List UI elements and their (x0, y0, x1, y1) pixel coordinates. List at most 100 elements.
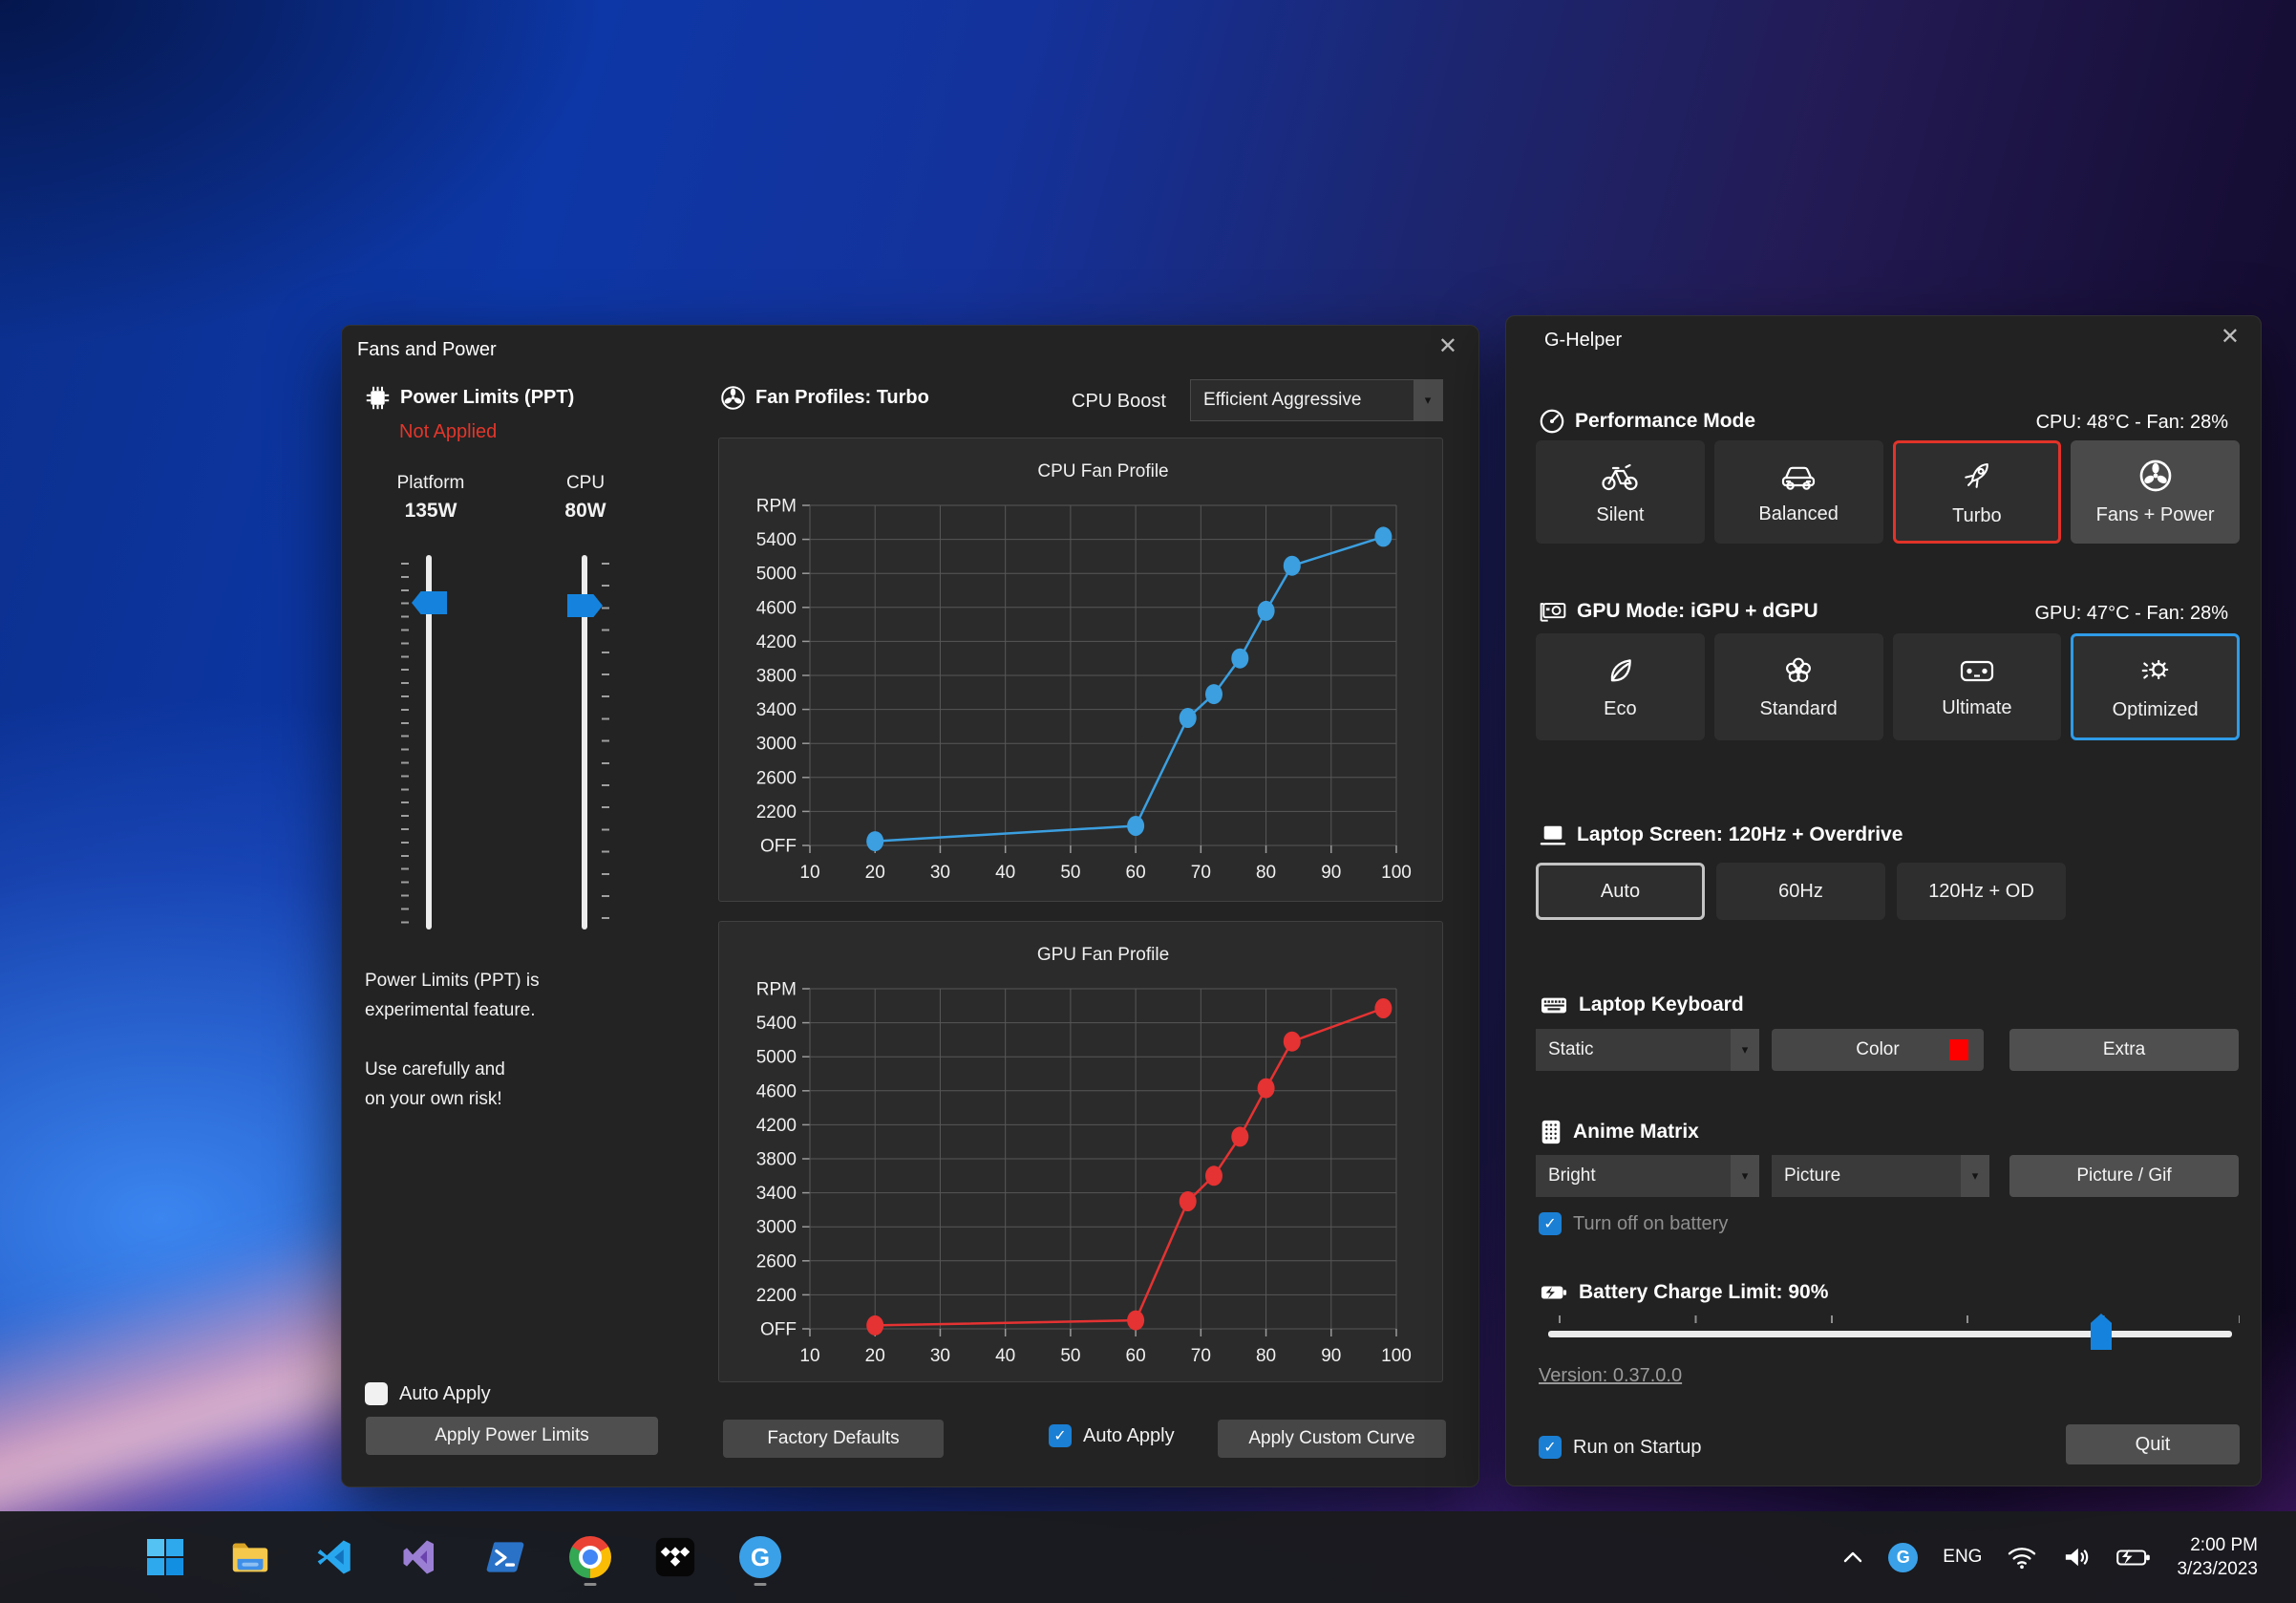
g-helper-tray-icon[interactable]: G (1888, 1543, 1918, 1572)
svg-text:4600: 4600 (756, 598, 797, 618)
screen-120hz-od-button[interactable]: 120Hz + OD (1897, 863, 2066, 920)
leaf-icon (1604, 654, 1636, 687)
vscode-icon (315, 1537, 355, 1577)
power-limits-status: Not Applied (399, 421, 497, 443)
perf-mode-balanced-button[interactable]: Balanced (1714, 440, 1883, 544)
taskbar-clock[interactable]: 2:00 PM 3/23/2023 (2177, 1533, 2258, 1581)
tray-date: 3/23/2023 (2177, 1559, 2258, 1579)
volume-icon[interactable] (2062, 1545, 2091, 1570)
visual-studio-button[interactable] (398, 1535, 442, 1579)
svg-text:OFF: OFF (760, 837, 797, 857)
screen-auto-button[interactable]: Auto (1536, 863, 1705, 920)
matrix-picture-gif-button[interactable]: Picture / Gif (2009, 1155, 2239, 1197)
chevron-down-icon[interactable]: ▾ (1731, 1155, 1759, 1197)
performance-mode-heading: Performance Mode (1539, 408, 1755, 435)
svg-text:CPU Fan Profile: CPU Fan Profile (1037, 461, 1168, 481)
cpu-slider-thumb[interactable] (567, 594, 603, 617)
battery-slider-track[interactable] (1548, 1331, 2232, 1337)
laptop-screen-buttons: Auto 60Hz 120Hz + OD (1536, 863, 2066, 920)
turn-off-on-battery-label: Turn off on battery (1573, 1213, 1728, 1235)
platform-slider-ticks (401, 563, 409, 926)
laptop-keyboard-heading: Laptop Keyboard (1539, 993, 1744, 1017)
matrix-brightness-select[interactable]: Bright ▾ (1536, 1155, 1759, 1197)
curve-auto-apply-row: ✓ Auto Apply (1049, 1424, 1175, 1447)
close-icon[interactable]: ✕ (1438, 335, 1457, 358)
gpu-fan-chart[interactable]: GPU Fan ProfileRPM5400500046004200380034… (719, 922, 1444, 1383)
g-helper-window: G-Helper ✕ Performance Mode CPU: 48°C - … (1505, 315, 2262, 1486)
battery-icon[interactable] (2115, 1544, 2152, 1571)
svg-text:5400: 5400 (756, 1014, 797, 1034)
svg-text:RPM: RPM (756, 980, 797, 1000)
wifi-icon[interactable] (2007, 1545, 2037, 1570)
svg-text:3000: 3000 (756, 735, 797, 755)
matrix-running-select[interactable]: Picture ▾ (1772, 1155, 1989, 1197)
svg-text:4200: 4200 (756, 632, 797, 652)
keyboard-extra-button[interactable]: Extra (2009, 1029, 2239, 1071)
perf-mode-silent-button[interactable]: Silent (1536, 440, 1705, 544)
flower-icon (1782, 654, 1815, 687)
curve-auto-apply-checkbox[interactable]: ✓ (1049, 1424, 1072, 1447)
chevron-down-icon[interactable]: ▾ (1414, 380, 1442, 420)
svg-text:30: 30 (930, 1346, 950, 1366)
g-helper-taskbar-button[interactable]: G (738, 1535, 782, 1579)
folder-icon (228, 1535, 272, 1579)
platform-slider-thumb[interactable] (412, 591, 447, 614)
taskbar-app-icons: G (143, 1535, 782, 1579)
factory-defaults-button[interactable]: Factory Defaults (723, 1420, 944, 1458)
powershell-button[interactable] (483, 1535, 527, 1579)
windows-start-icon (144, 1536, 186, 1578)
vscode-button[interactable] (313, 1535, 357, 1579)
car-icon (1778, 460, 1818, 492)
screen-60hz-button[interactable]: 60Hz (1716, 863, 1885, 920)
svg-text:2200: 2200 (756, 1286, 797, 1306)
start-button[interactable] (143, 1535, 187, 1579)
gpu-temp-status: GPU: 47°C - Fan: 28% (2034, 603, 2228, 625)
svg-text:5400: 5400 (756, 530, 797, 550)
svg-text:60: 60 (1126, 863, 1146, 883)
turn-off-on-battery-checkbox[interactable]: ✓ (1539, 1212, 1562, 1235)
platform-slider-caption: Platform 135W (369, 469, 493, 525)
svg-text:2600: 2600 (756, 1251, 797, 1272)
close-icon[interactable]: ✕ (2221, 326, 2240, 349)
power-auto-apply-checkbox[interactable]: ✓ (365, 1382, 388, 1405)
svg-text:5000: 5000 (756, 1048, 797, 1068)
version-link[interactable]: Version: 0.37.0.0 (1539, 1365, 1682, 1387)
perf-mode-fans-power-button[interactable]: Fans + Power (2071, 440, 2240, 544)
gpu-mode-standard-button[interactable]: Standard (1714, 633, 1883, 740)
cpu-fan-chart[interactable]: CPU Fan ProfileRPM5400500046004200380034… (719, 438, 1444, 903)
language-indicator[interactable]: ENG (1943, 1547, 1982, 1568)
file-explorer-button[interactable] (228, 1535, 272, 1579)
perf-mode-turbo-button[interactable]: Turbo (1893, 440, 2062, 544)
gpu-mode-ultimate-button[interactable]: Ultimate (1893, 633, 2062, 740)
apply-power-limits-button[interactable]: Apply Power Limits (366, 1417, 658, 1455)
chevron-down-icon[interactable]: ▾ (1731, 1029, 1759, 1071)
keyboard-color-button[interactable]: Color (1772, 1029, 1984, 1071)
svg-text:RPM: RPM (756, 497, 797, 517)
chip-icon (365, 385, 391, 411)
color-swatch[interactable] (1949, 1039, 1968, 1060)
chrome-button[interactable] (568, 1535, 612, 1579)
tray-chevron-up-icon[interactable] (1842, 1550, 1863, 1565)
quit-button[interactable]: Quit (2066, 1424, 2240, 1464)
svg-text:3400: 3400 (756, 1184, 797, 1204)
svg-text:3400: 3400 (756, 700, 797, 720)
svg-text:80: 80 (1256, 863, 1276, 883)
svg-text:2200: 2200 (756, 802, 797, 823)
running-indicator (585, 1583, 597, 1586)
anime-matrix-heading: Anime Matrix (1539, 1119, 1699, 1145)
svg-text:60: 60 (1126, 1346, 1146, 1366)
powershell-icon (484, 1536, 526, 1578)
running-indicator (755, 1583, 767, 1586)
cpu-boost-select[interactable]: Efficient Aggressive ▾ (1190, 379, 1443, 421)
svg-text:5000: 5000 (756, 565, 797, 585)
performance-mode-buttons: Silent Balanced (1536, 440, 2240, 544)
gpu-mode-eco-button[interactable]: Eco (1536, 633, 1705, 740)
keyboard-backlight-select[interactable]: Static ▾ (1536, 1029, 1759, 1071)
gpu-mode-optimized-button[interactable]: Optimized (2071, 633, 2240, 740)
apply-custom-curve-button[interactable]: Apply Custom Curve (1218, 1420, 1446, 1458)
svg-text:70: 70 (1191, 863, 1211, 883)
tray-time: 2:00 PM (2190, 1535, 2258, 1555)
run-on-startup-checkbox[interactable]: ✓ (1539, 1436, 1562, 1459)
tidal-button[interactable] (653, 1535, 697, 1579)
chevron-down-icon[interactable]: ▾ (1961, 1155, 1989, 1197)
